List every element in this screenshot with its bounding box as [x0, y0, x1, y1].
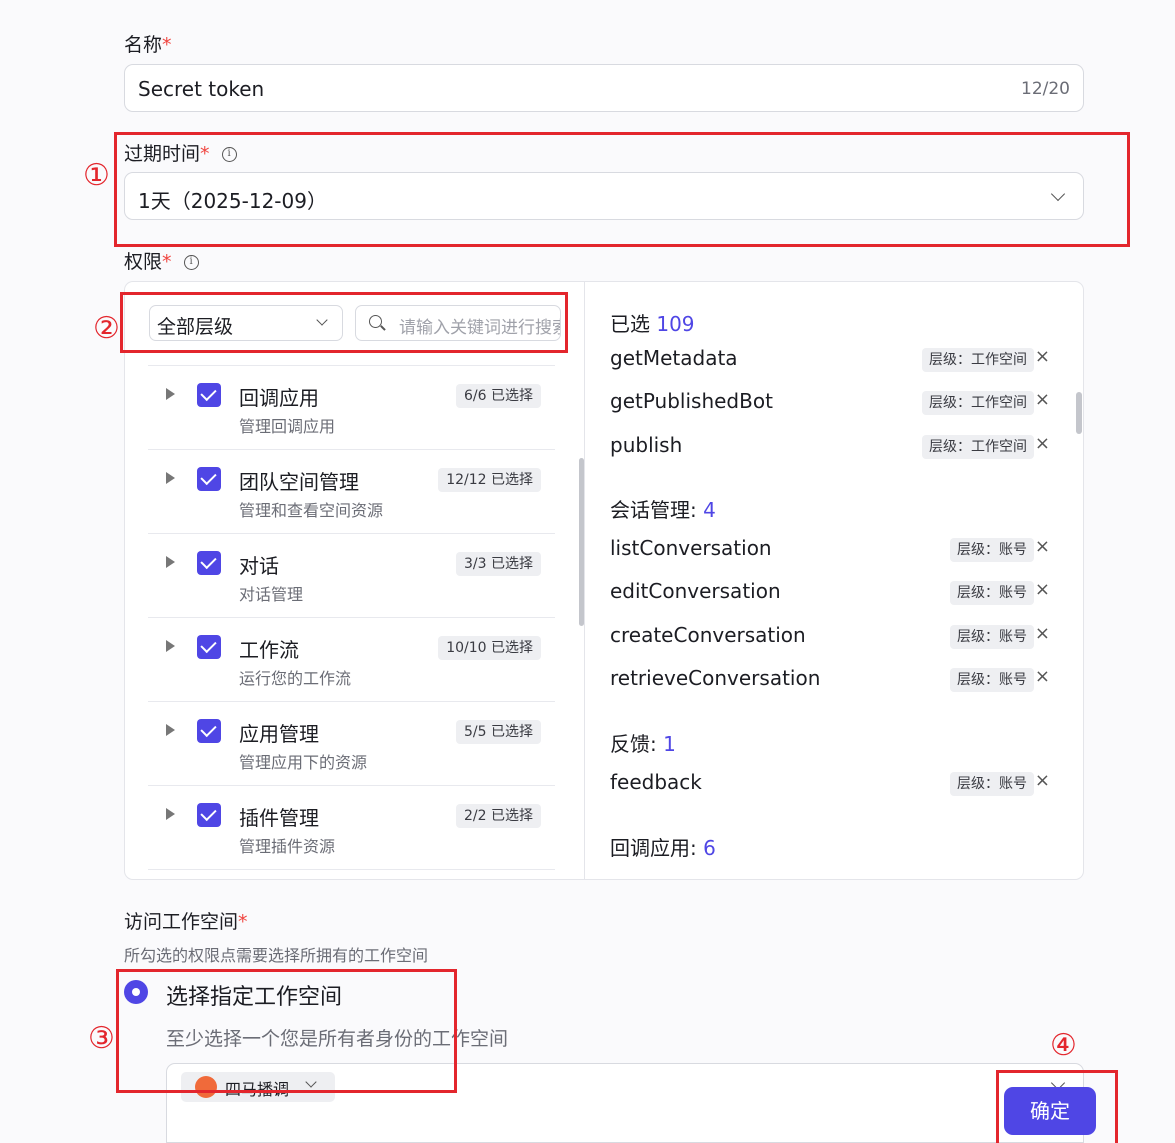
permission-group-row[interactable]: 应用管理 管理应用下的资源 5/5 已选择: [148, 702, 555, 786]
group-checkbox[interactable]: [197, 803, 221, 827]
selected-item-name: feedback: [610, 770, 702, 794]
group-count-badge: 12/12 已选择: [438, 468, 541, 492]
remove-icon[interactable]: ×: [1035, 666, 1050, 687]
remove-icon[interactable]: ×: [1035, 389, 1050, 410]
group-subtitle: 管理应用下的资源: [239, 753, 368, 772]
permission-group-row[interactable]: 对话 对话管理 3/3 已选择: [148, 534, 555, 618]
selected-item-name: editConversation: [610, 579, 781, 603]
annotation-box-1: [114, 132, 1130, 247]
left-scrollbar[interactable]: [579, 458, 584, 626]
remove-icon[interactable]: ×: [1035, 623, 1050, 644]
required-mark: *: [238, 911, 248, 933]
workspace-hint: 所勾选的权限点需要选择所拥有的工作空间: [124, 946, 429, 965]
selected-item: retrieveConversation 层级：账号 ×: [610, 666, 1050, 696]
remove-icon[interactable]: ×: [1035, 346, 1050, 367]
expand-caret-icon[interactable]: [166, 724, 175, 736]
group-title: 团队空间管理: [239, 470, 359, 494]
selected-item-name: retrieveConversation: [610, 666, 821, 690]
selected-item: createConversation 层级：账号 ×: [610, 623, 1050, 653]
selected-count: 109: [656, 312, 695, 336]
selected-section-header: 反馈: 1: [610, 732, 676, 756]
group-checkbox[interactable]: [197, 635, 221, 659]
expand-caret-icon[interactable]: [166, 472, 175, 484]
remove-icon[interactable]: ×: [1035, 536, 1050, 557]
group-checkbox[interactable]: [197, 719, 221, 743]
group-count-badge: 5/5 已选择: [456, 720, 541, 744]
selected-item-level-tag: 层级：账号: [950, 581, 1034, 605]
expand-caret-icon[interactable]: [166, 556, 175, 568]
permission-label: 权限* i: [124, 247, 199, 274]
group-count-badge: 10/10 已选择: [438, 636, 541, 660]
annotation-box-3: [116, 969, 457, 1093]
remove-icon[interactable]: ×: [1035, 433, 1050, 454]
selected-item: feedback 层级：账号 ×: [610, 770, 1050, 800]
name-input-value: Secret token: [138, 77, 265, 101]
remove-icon[interactable]: ×: [1035, 579, 1050, 600]
selected-item-level-tag: 层级：账号: [950, 668, 1034, 692]
right-scrollbar[interactable]: [1076, 392, 1082, 434]
selected-item-level-tag: 层级：账号: [950, 538, 1034, 562]
selected-item-name: getPublishedBot: [610, 389, 773, 413]
info-icon[interactable]: i: [183, 255, 199, 270]
group-subtitle: 管理插件资源: [239, 837, 336, 856]
selected-item-level-tag: 层级：账号: [950, 772, 1034, 796]
permission-group-row[interactable]: 插件管理 管理插件资源 2/2 已选择: [148, 786, 555, 870]
annotation-box-4: [996, 1070, 1118, 1143]
selected-item: listConversation 层级：账号 ×: [610, 536, 1050, 566]
expand-caret-icon[interactable]: [166, 640, 175, 652]
group-checkbox[interactable]: [197, 467, 221, 491]
group-checkbox[interactable]: [197, 551, 221, 575]
group-subtitle: 对话管理: [239, 585, 304, 604]
group-checkbox[interactable]: [197, 383, 221, 407]
selected-item-level-tag: 层级：工作空间: [922, 391, 1034, 415]
selected-item-level-tag: 层级：账号: [950, 625, 1034, 649]
name-char-counter: 12/20: [1021, 79, 1070, 99]
group-title: 应用管理: [239, 722, 319, 746]
selected-item-level-tag: 层级：工作空间: [922, 348, 1034, 372]
group-subtitle: 运行您的工作流: [239, 669, 352, 688]
expand-caret-icon[interactable]: [166, 388, 175, 400]
group-subtitle: 管理和查看空间资源: [239, 501, 384, 520]
permission-group-row[interactable]: 团队空间管理 管理和查看空间资源 12/12 已选择: [148, 450, 555, 534]
selected-item-name: publish: [610, 433, 683, 457]
annotation-label-1: ①: [83, 158, 110, 193]
selected-item: editConversation 层级：账号 ×: [610, 579, 1050, 609]
permission-group-row[interactable]: 工作流 运行您的工作流 10/10 已选择: [148, 618, 555, 702]
annotation-label-3: ③: [88, 1021, 115, 1056]
group-subtitle: 管理回调应用: [239, 417, 336, 436]
name-input[interactable]: Secret token 12/20: [124, 64, 1084, 112]
selected-item-name: createConversation: [610, 623, 806, 647]
panel-divider: [584, 281, 585, 880]
name-label: 名称*: [124, 34, 172, 56]
required-mark: *: [162, 251, 172, 273]
remove-icon[interactable]: ×: [1035, 770, 1050, 791]
group-title: 工作流: [239, 638, 299, 662]
group-count-badge: 2/2 已选择: [456, 804, 541, 828]
selected-item-name: getMetadata: [610, 346, 738, 370]
group-title: 回调应用: [239, 386, 319, 410]
group-count-badge: 3/3 已选择: [456, 552, 541, 576]
selected-item: publish 层级：工作空间 ×: [610, 433, 1050, 463]
annotation-label-2: ②: [93, 311, 120, 346]
group-count-badge: 6/6 已选择: [456, 384, 541, 408]
selected-header: 已选 109: [610, 312, 695, 336]
selected-item-level-tag: 层级：工作空间: [922, 435, 1034, 459]
group-title: 对话: [239, 554, 279, 578]
annotation-label-4: ④: [1050, 1028, 1077, 1063]
expand-caret-icon[interactable]: [166, 808, 175, 820]
workspace-label: 访问工作空间*: [124, 911, 248, 933]
selected-section-header: 会话管理: 4: [610, 498, 716, 522]
group-title: 插件管理: [239, 806, 319, 830]
annotation-box-2: [120, 292, 568, 353]
permission-group-row[interactable]: 回调应用 管理回调应用 6/6 已选择: [148, 366, 555, 450]
selected-section-header: 回调应用: 6: [610, 836, 716, 860]
required-mark: *: [162, 34, 172, 56]
selected-item-name: listConversation: [610, 536, 772, 560]
selected-item: getPublishedBot 层级：工作空间 ×: [610, 389, 1050, 419]
selected-item: getMetadata 层级：工作空间 ×: [610, 346, 1050, 376]
